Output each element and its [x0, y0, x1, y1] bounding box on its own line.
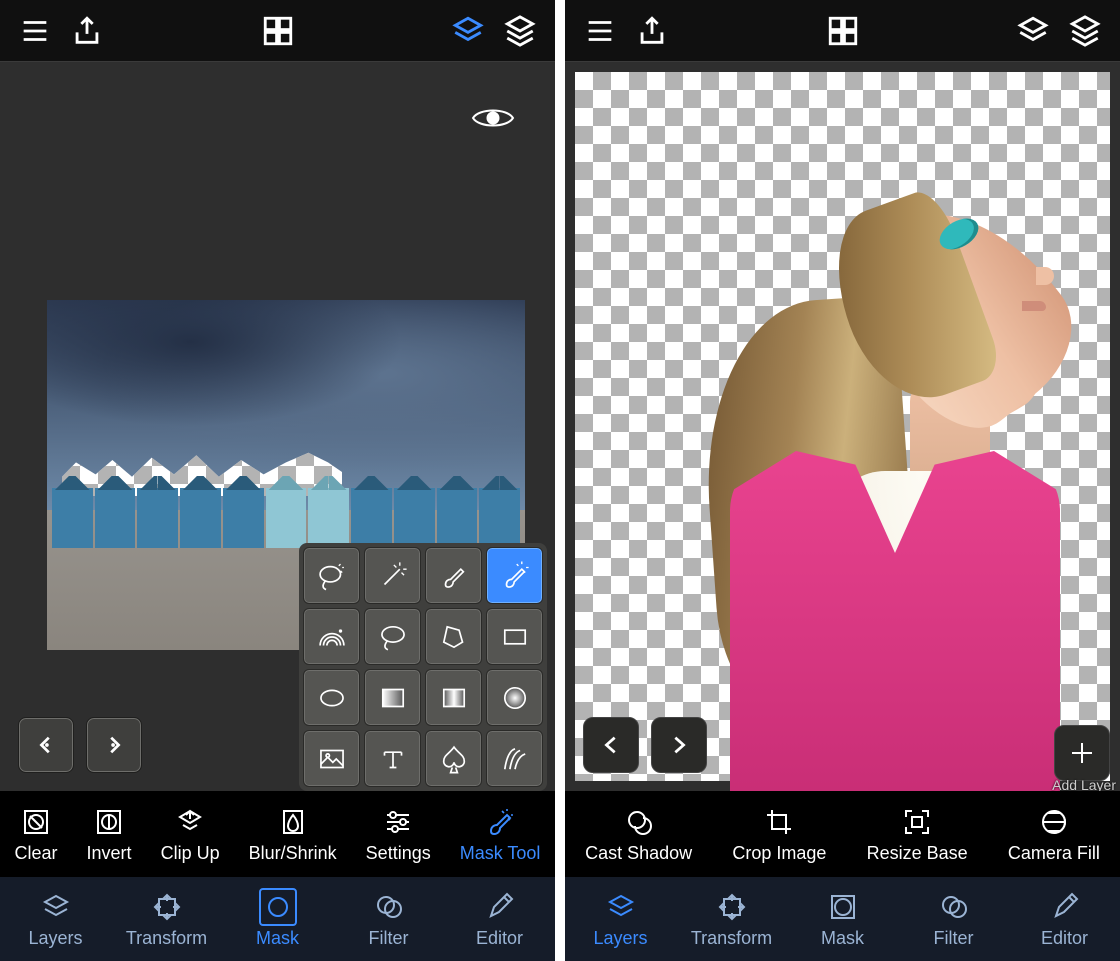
add-layer-label: Add Layer [1052, 777, 1116, 791]
image-icon[interactable] [303, 730, 360, 787]
clipup-button[interactable]: Clip Up [161, 805, 220, 864]
camera-fill-button[interactable]: Camera Fill [1008, 805, 1100, 864]
tab-bar: Layers Transform Mask Filter Editor [565, 877, 1120, 961]
cast-shadow-label: Cast Shadow [585, 843, 692, 864]
mask-tool-grid [299, 543, 547, 791]
rainbow-icon[interactable] [303, 608, 360, 665]
tab-layers[interactable]: Layers [565, 877, 676, 961]
crop-image-label: Crop Image [732, 843, 826, 864]
tab-layers-label: Layers [28, 928, 82, 949]
nav-arrows [18, 717, 142, 773]
brush-icon[interactable] [425, 547, 482, 604]
radial-icon[interactable] [486, 669, 543, 726]
visibility-eye-icon[interactable] [471, 104, 515, 137]
settings-button[interactable]: Settings [366, 805, 431, 864]
layer-icon[interactable] [451, 14, 485, 48]
left-panel: Clear Invert Clip Up Blur/Shrink Setting… [0, 0, 555, 961]
camera-fill-label: Camera Fill [1008, 843, 1100, 864]
canvas-image [575, 72, 1110, 781]
next-step-button[interactable] [86, 717, 142, 773]
tab-mask[interactable]: Mask [222, 877, 333, 961]
nav-arrows [583, 717, 707, 773]
layer-icon[interactable] [1016, 14, 1050, 48]
blur-label: Blur/Shrink [249, 843, 337, 864]
text-icon[interactable] [364, 730, 421, 787]
canvas-area[interactable] [0, 62, 555, 791]
tab-filter[interactable]: Filter [898, 877, 1009, 961]
hair-icon[interactable] [486, 730, 543, 787]
add-layer-button[interactable] [1054, 725, 1110, 781]
clear-label: Clear [15, 843, 58, 864]
masktool-label: Mask Tool [460, 843, 541, 864]
ellipse-icon[interactable] [303, 669, 360, 726]
tab-editor-label: Editor [1041, 928, 1088, 949]
magic-wand-icon[interactable] [364, 547, 421, 604]
cast-shadow-button[interactable]: Cast Shadow [585, 805, 692, 864]
polygon-icon[interactable] [425, 608, 482, 665]
tab-editor[interactable]: Editor [1009, 877, 1120, 961]
rectangle-icon[interactable] [486, 608, 543, 665]
masktool-button[interactable]: Mask Tool [460, 805, 541, 864]
top-bar [565, 0, 1120, 62]
blur-button[interactable]: Blur/Shrink [249, 805, 337, 864]
prev-step-button[interactable] [18, 717, 74, 773]
resize-base-label: Resize Base [867, 843, 968, 864]
tab-mask-label: Mask [821, 928, 864, 949]
tab-mask-label: Mask [256, 928, 299, 949]
list-icon[interactable] [583, 14, 617, 48]
settings-label: Settings [366, 843, 431, 864]
top-bar [0, 0, 555, 62]
crop-image-button[interactable]: Crop Image [732, 805, 826, 864]
clear-button[interactable]: Clear [15, 805, 58, 864]
grid-icon[interactable] [261, 14, 295, 48]
action-bar: Clear Invert Clip Up Blur/Shrink Setting… [0, 791, 555, 877]
spade-icon[interactable] [425, 730, 482, 787]
magic-lasso-icon[interactable] [303, 547, 360, 604]
tab-transform-label: Transform [126, 928, 207, 949]
tab-filter-label: Filter [369, 928, 409, 949]
share-icon[interactable] [635, 14, 669, 48]
invert-button[interactable]: Invert [87, 805, 132, 864]
layers-stack-icon[interactable] [503, 14, 537, 48]
tab-editor-label: Editor [476, 928, 523, 949]
share-icon[interactable] [70, 14, 104, 48]
tab-bar: Layers Transform Mask Filter Editor [0, 877, 555, 961]
gradient-horiz-icon[interactable] [425, 669, 482, 726]
tab-mask[interactable]: Mask [787, 877, 898, 961]
tab-transform-label: Transform [691, 928, 772, 949]
gradient-vert-icon[interactable] [364, 669, 421, 726]
magic-brush-icon[interactable] [486, 547, 543, 604]
right-panel: Add Layer Cast Shadow Crop Image Resize … [565, 0, 1120, 961]
lasso-icon[interactable] [364, 608, 421, 665]
tab-layers[interactable]: Layers [0, 877, 111, 961]
grid-icon[interactable] [826, 14, 860, 48]
canvas-area[interactable]: Add Layer [565, 62, 1120, 791]
tab-layers-label: Layers [593, 928, 647, 949]
tab-transform[interactable]: Transform [111, 877, 222, 961]
layers-stack-icon[interactable] [1068, 14, 1102, 48]
next-button[interactable] [651, 717, 707, 773]
list-icon[interactable] [18, 14, 52, 48]
action-bar: Cast Shadow Crop Image Resize Base Camer… [565, 791, 1120, 877]
clipup-label: Clip Up [161, 843, 220, 864]
tab-transform[interactable]: Transform [676, 877, 787, 961]
tab-filter[interactable]: Filter [333, 877, 444, 961]
invert-label: Invert [87, 843, 132, 864]
tab-filter-label: Filter [934, 928, 974, 949]
subject-cutout [670, 141, 1050, 781]
prev-button[interactable] [583, 717, 639, 773]
resize-base-button[interactable]: Resize Base [867, 805, 968, 864]
tab-editor[interactable]: Editor [444, 877, 555, 961]
